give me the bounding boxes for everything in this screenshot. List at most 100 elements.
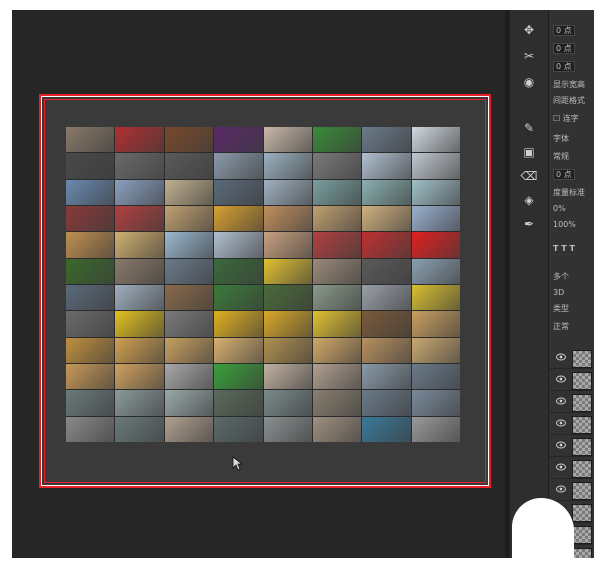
heal-icon[interactable]: ◉ bbox=[520, 74, 538, 90]
photo-thumbnail bbox=[312, 337, 362, 363]
photo-thumbnail bbox=[164, 311, 214, 337]
paint-bucket-icon[interactable]: ◈ bbox=[520, 192, 538, 208]
pen-icon[interactable]: ✒ bbox=[520, 216, 538, 232]
photo-thumbnail bbox=[214, 364, 263, 390]
photo-thumbnail bbox=[263, 232, 312, 258]
photo-thumbnail bbox=[115, 364, 164, 390]
blend-mode-select[interactable]: 正常 bbox=[553, 320, 569, 334]
layer-row[interactable] bbox=[549, 348, 594, 369]
scale-field[interactable]: 100% bbox=[553, 218, 576, 232]
photo-thumbnail bbox=[66, 153, 115, 179]
photo-thumbnail bbox=[312, 416, 362, 442]
photo-thumbnail bbox=[66, 390, 115, 416]
layer-row[interactable] bbox=[549, 436, 594, 457]
layer-row[interactable] bbox=[549, 370, 594, 391]
photo-thumbnail bbox=[312, 179, 362, 205]
spacing-field-3[interactable]: 0 点 bbox=[553, 60, 575, 74]
photo-thumbnail bbox=[66, 232, 115, 258]
font-size-field[interactable]: 0 点 bbox=[553, 168, 575, 182]
crop-icon[interactable]: ✂ bbox=[520, 48, 538, 64]
visibility-eye-icon[interactable] bbox=[556, 353, 566, 361]
canvas-area[interactable] bbox=[12, 10, 505, 558]
photo-thumbnail bbox=[115, 416, 164, 442]
photo-thumbnail bbox=[411, 232, 460, 258]
photo-thumbnail bbox=[312, 390, 362, 416]
layer-row[interactable] bbox=[549, 480, 594, 501]
photo-thumbnail bbox=[362, 153, 411, 179]
text-style-buttons[interactable]: T T T bbox=[553, 242, 575, 256]
layer-row[interactable] bbox=[549, 414, 594, 435]
photo-thumbnail bbox=[263, 179, 312, 205]
photo-thumbnail bbox=[214, 127, 263, 153]
photo-thumbnail bbox=[263, 206, 312, 232]
layer-thumbnail bbox=[572, 372, 592, 390]
photo-thumbnail bbox=[312, 364, 362, 390]
photo-thumbnail bbox=[362, 127, 411, 153]
photo-thumbnail bbox=[263, 127, 312, 153]
photo-thumbnail bbox=[411, 390, 460, 416]
tracking-field[interactable]: 0% bbox=[553, 202, 566, 216]
photo-thumbnail bbox=[214, 416, 263, 442]
photo-thumbnail bbox=[115, 153, 164, 179]
photo-thumbnail bbox=[411, 311, 460, 337]
layer-thumbnail bbox=[572, 460, 592, 478]
threed-tab[interactable]: 3D bbox=[553, 286, 564, 300]
spacing-field-2[interactable]: 0 点 bbox=[553, 42, 575, 56]
photo-thumbnail bbox=[214, 258, 263, 284]
layer-thumbnail bbox=[572, 350, 592, 368]
photo-thumbnail bbox=[312, 127, 362, 153]
photo-thumbnail bbox=[164, 153, 214, 179]
corner-overlay bbox=[512, 498, 574, 558]
move-icon[interactable]: ✥ bbox=[520, 22, 538, 38]
brush-icon[interactable]: ✎ bbox=[520, 120, 538, 136]
layer-row[interactable] bbox=[549, 392, 594, 413]
photo-thumbnail bbox=[312, 258, 362, 284]
photo-thumbnail bbox=[263, 153, 312, 179]
photo-thumbnail bbox=[362, 206, 411, 232]
stamp-icon[interactable]: ▣ bbox=[520, 144, 538, 160]
photo-thumbnail bbox=[164, 416, 214, 442]
visibility-eye-icon[interactable] bbox=[556, 441, 566, 449]
photo-thumbnail bbox=[115, 285, 164, 311]
photo-thumbnail bbox=[164, 364, 214, 390]
visibility-eye-icon[interactable] bbox=[556, 397, 566, 405]
layer-thumbnail bbox=[572, 482, 592, 500]
multi-label: 多个 bbox=[553, 272, 569, 281]
kerning-select[interactable]: 度量标准 bbox=[553, 186, 585, 200]
photo-thumbnail bbox=[411, 179, 460, 205]
layer-thumbnail bbox=[572, 548, 592, 558]
photo-thumbnail bbox=[362, 258, 411, 284]
layer-row[interactable] bbox=[549, 458, 594, 479]
photo-thumbnail bbox=[362, 232, 411, 258]
photo-thumbnail bbox=[263, 337, 312, 363]
photo-thumbnail bbox=[214, 390, 263, 416]
photo-thumbnail bbox=[66, 311, 115, 337]
photo-thumbnail bbox=[214, 311, 263, 337]
tool-strip: ✥ ✂ ◉ ✎ ▣ ⌫ ◈ ✒ bbox=[510, 10, 549, 558]
font-style-select[interactable]: 常规 bbox=[553, 150, 569, 164]
visibility-eye-icon[interactable] bbox=[556, 463, 566, 471]
photo-thumbnail bbox=[362, 416, 411, 442]
eraser-icon[interactable]: ⌫ bbox=[520, 168, 538, 184]
photo-thumbnail bbox=[312, 153, 362, 179]
interval-label: 间距格式 bbox=[553, 96, 585, 105]
visibility-eye-icon[interactable] bbox=[556, 419, 566, 427]
photo-thumbnail bbox=[115, 206, 164, 232]
layer-thumbnail bbox=[572, 504, 592, 522]
document-artboard[interactable] bbox=[39, 94, 491, 488]
photo-thumbnail bbox=[411, 416, 460, 442]
photo-thumbnail bbox=[164, 337, 214, 363]
photo-thumbnail bbox=[164, 127, 214, 153]
photo-thumbnail bbox=[214, 232, 263, 258]
photo-thumbnail bbox=[362, 337, 411, 363]
photo-thumbnail bbox=[411, 206, 460, 232]
layer-type-filter[interactable]: 类型 bbox=[553, 302, 569, 316]
photo-thumbnail bbox=[164, 232, 214, 258]
photo-thumbnail bbox=[66, 258, 115, 284]
visibility-eye-icon[interactable] bbox=[556, 375, 566, 383]
photo-thumbnail bbox=[115, 337, 164, 363]
ligature-checkbox[interactable]: ☐ 连字 bbox=[553, 112, 579, 126]
visibility-eye-icon[interactable] bbox=[556, 485, 566, 493]
mouse-cursor-icon bbox=[232, 456, 244, 471]
spacing-field-1[interactable]: 0 点 bbox=[553, 24, 575, 38]
